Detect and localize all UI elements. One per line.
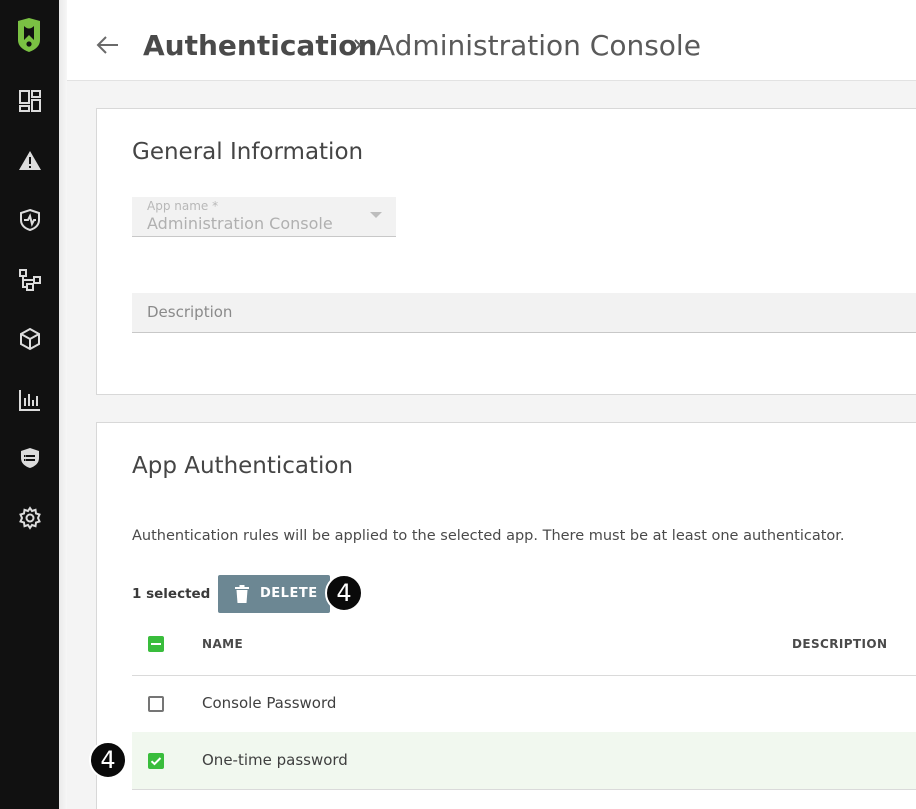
alert-icon[interactable] (17, 148, 43, 174)
sidebar (0, 0, 59, 809)
breadcrumb-parent[interactable]: Authentication (143, 26, 377, 66)
app-name-select[interactable]: App name * Administration Console (132, 197, 396, 237)
app-authentication-title: App Authentication (132, 453, 354, 479)
step-callout-badge-row: 4 (89, 741, 127, 779)
row-name-console-password: Console Password (202, 694, 337, 712)
breadcrumb-current: Administration Console (376, 29, 701, 62)
header-divider (67, 80, 916, 81)
table-divider (132, 789, 916, 790)
authentication-help-text: Authentication rules will be applied to … (132, 528, 845, 544)
workflow-icon[interactable] (17, 267, 43, 293)
select-all-checkbox[interactable] (148, 636, 164, 652)
general-information-title: General Information (132, 139, 364, 165)
sidebar-shadow (59, 0, 67, 809)
delete-label: DELETE (260, 586, 318, 601)
bar-chart-icon[interactable] (17, 387, 43, 413)
row-name-one-time-password: One-time password (202, 751, 348, 769)
policy-shield-icon[interactable] (17, 445, 43, 471)
row-checkbox-console-password[interactable] (148, 696, 164, 712)
description-placeholder: Description (147, 303, 233, 321)
column-header-description[interactable]: DESCRIPTION (792, 637, 887, 651)
table-divider (132, 675, 916, 676)
shield-pulse-icon[interactable] (17, 207, 43, 233)
app-name-label: App name * (147, 199, 219, 213)
row-checkbox-one-time-password[interactable] (148, 753, 164, 769)
checkmark-icon (150, 757, 162, 766)
selected-count: 1 selected (132, 586, 211, 602)
step-callout-badge: 4 (325, 574, 363, 612)
description-field[interactable]: Description (132, 293, 916, 333)
back-arrow-icon[interactable] (94, 30, 122, 60)
delete-button[interactable]: DELETE (218, 575, 330, 613)
dashboard-icon[interactable] (17, 88, 43, 114)
caret-down-icon (370, 212, 382, 218)
column-header-name[interactable]: NAME (202, 637, 243, 651)
trash-icon (235, 585, 249, 603)
chevron-right-icon (354, 39, 362, 51)
gear-icon[interactable] (17, 505, 43, 531)
app-name-value: Administration Console (147, 214, 333, 233)
brand-logo-icon[interactable] (15, 18, 43, 52)
cube-icon[interactable] (17, 326, 43, 352)
